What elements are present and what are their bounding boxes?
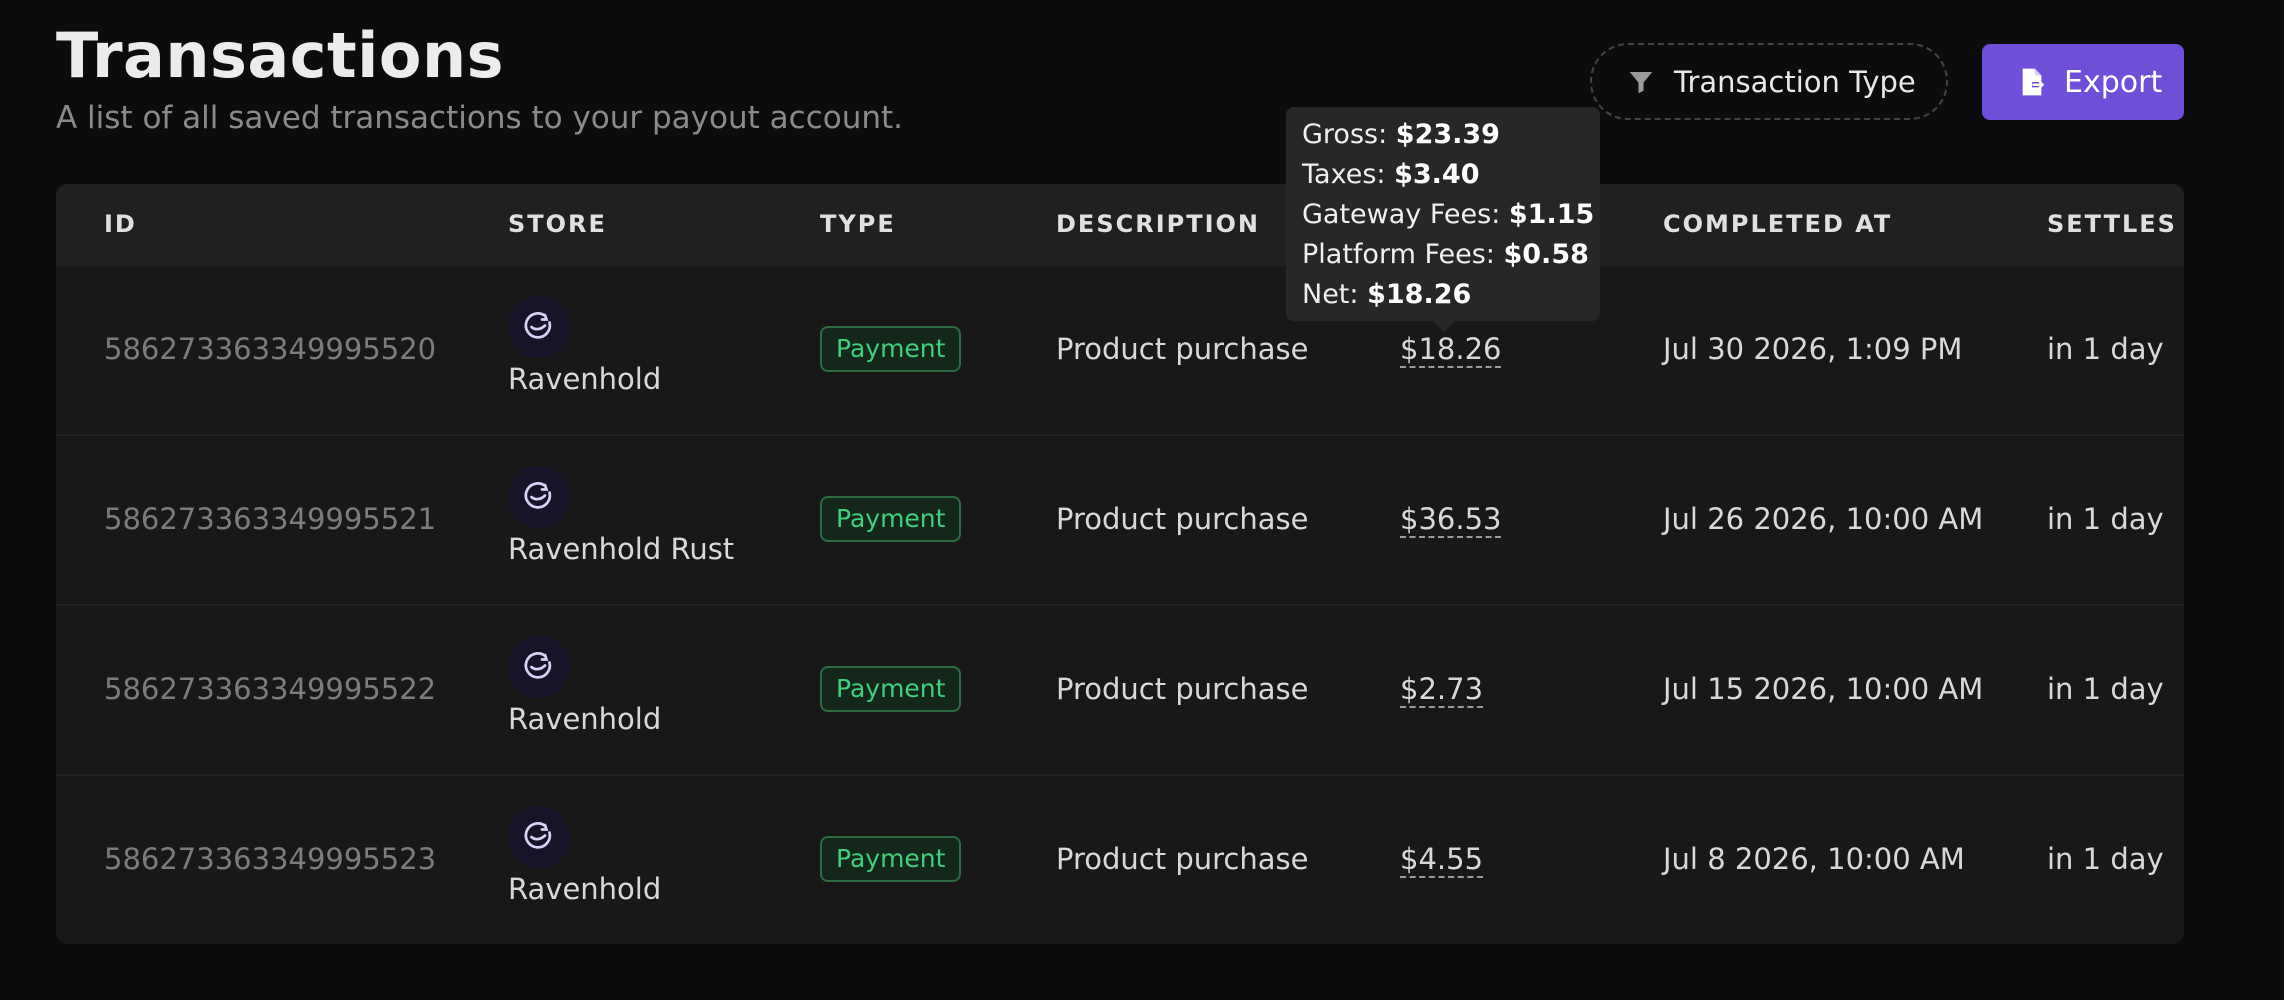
table-row[interactable]: 586273363349995522 Ravenhold Payment Pro… (56, 606, 2184, 776)
store-name: Ravenhold (508, 702, 662, 736)
ravenhold-logo-icon (524, 482, 552, 509)
transaction-description: Product purchase (1056, 332, 1309, 366)
store-avatar (508, 296, 570, 358)
tooltip-gateway-value: $1.15 (1508, 199, 1595, 230)
transaction-id: 586273363349995522 (104, 672, 437, 706)
transaction-id: 586273363349995523 (104, 842, 437, 876)
tooltip-platform-line: Platform Fees: $0.58 (1302, 235, 1589, 275)
settles-in: in 1 day (2047, 332, 2164, 366)
file-export-icon (2022, 68, 2044, 96)
tooltip-net-line: Net: $18.26 (1302, 275, 1584, 315)
table-row[interactable]: 586273363349995523 Ravenhold Payment Pro… (56, 776, 2184, 944)
transaction-amount[interactable]: $4.55 (1400, 842, 1484, 878)
transaction-amount[interactable]: $36.53 (1400, 502, 1502, 538)
column-header-description[interactable]: DESCRIPTION (1056, 210, 1260, 238)
tooltip-gross-line: Gross: $23.39 (1302, 115, 1584, 155)
filter-button-label: Transaction Type (1674, 64, 1916, 99)
table-row[interactable]: 586273363349995520 Ravenhold Payment Pro… (56, 266, 2184, 436)
tooltip-taxes-value: $3.40 (1394, 159, 1480, 190)
store-avatar (508, 466, 570, 528)
tooltip-platform-label: Platform Fees: (1302, 239, 1495, 270)
completed-at: Jul 15 2026, 10:00 AM (1663, 672, 1984, 706)
tooltip-arrow (1432, 320, 1456, 332)
tooltip-taxes-line: Taxes: $3.40 (1302, 155, 1584, 195)
tooltip-gross-label: Gross: (1302, 119, 1388, 150)
tooltip-net-value: $18.26 (1367, 279, 1472, 310)
settles-in: in 1 day (2047, 502, 2164, 536)
type-badge: Payment (820, 836, 962, 882)
store-name: Ravenhold (508, 872, 662, 906)
tooltip-gateway-line: Gateway Fees: $1.15 (1302, 195, 1594, 235)
store-name: Ravenhold (508, 362, 662, 396)
settles-in: in 1 day (2047, 842, 2164, 876)
transaction-id: 586273363349995521 (104, 502, 437, 536)
store-avatar (508, 636, 570, 698)
completed-at: Jul 8 2026, 10:00 AM (1663, 842, 1965, 876)
type-badge: Payment (820, 496, 962, 542)
amount-breakdown-tooltip: Gross: $23.39 Taxes: $3.40 Gateway Fees:… (1286, 107, 1600, 321)
transactions-table: ID STORE TYPE DESCRIPTION COMPLETED AT S… (56, 184, 2184, 944)
transaction-amount[interactable]: $2.73 (1400, 672, 1484, 708)
ravenhold-logo-icon (524, 822, 552, 849)
transaction-description: Product purchase (1056, 502, 1309, 536)
tooltip-platform-value: $0.58 (1503, 239, 1589, 270)
type-badge: Payment (820, 666, 962, 712)
transaction-type-filter-button[interactable]: Transaction Type (1590, 43, 1948, 120)
completed-at: Jul 26 2026, 10:00 AM (1663, 502, 1984, 536)
transaction-description: Product purchase (1056, 672, 1309, 706)
table-header: ID STORE TYPE DESCRIPTION COMPLETED AT S… (56, 184, 2184, 266)
completed-at: Jul 30 2026, 1:09 PM (1663, 332, 1963, 366)
ravenhold-logo-icon (524, 312, 552, 339)
column-header-store[interactable]: STORE (508, 210, 607, 238)
type-badge: Payment (820, 326, 962, 372)
table-row[interactable]: 586273363349995521 Ravenhold Rust Paymen… (56, 436, 2184, 606)
column-header-completed-at[interactable]: COMPLETED AT (1663, 210, 1892, 238)
column-header-type[interactable]: TYPE (820, 210, 896, 238)
column-header-settles-in[interactable]: SETTLES IN (2047, 210, 2184, 238)
settles-in: in 1 day (2047, 672, 2164, 706)
tooltip-gross-value: $23.39 (1395, 119, 1500, 150)
transaction-description: Product purchase (1056, 842, 1309, 876)
page-subtitle: A list of all saved transactions to your… (56, 100, 904, 136)
store-name: Ravenhold Rust (508, 532, 735, 566)
tooltip-gateway-label: Gateway Fees: (1302, 199, 1501, 230)
tooltip-net-label: Net: (1302, 279, 1359, 310)
export-button-label: Export (2064, 64, 2163, 100)
transaction-id: 586273363349995520 (104, 332, 437, 366)
ravenhold-logo-icon (524, 652, 552, 679)
filter-icon (1629, 71, 1653, 93)
column-header-id[interactable]: ID (104, 210, 137, 238)
store-avatar (508, 806, 570, 868)
tooltip-taxes-label: Taxes: (1302, 159, 1386, 190)
page-title: Transactions (56, 19, 505, 92)
transaction-amount[interactable]: $18.26 (1400, 332, 1502, 368)
export-button[interactable]: Export (1982, 44, 2184, 120)
transactions-page: Transactions A list of all saved transac… (0, 0, 2284, 1000)
